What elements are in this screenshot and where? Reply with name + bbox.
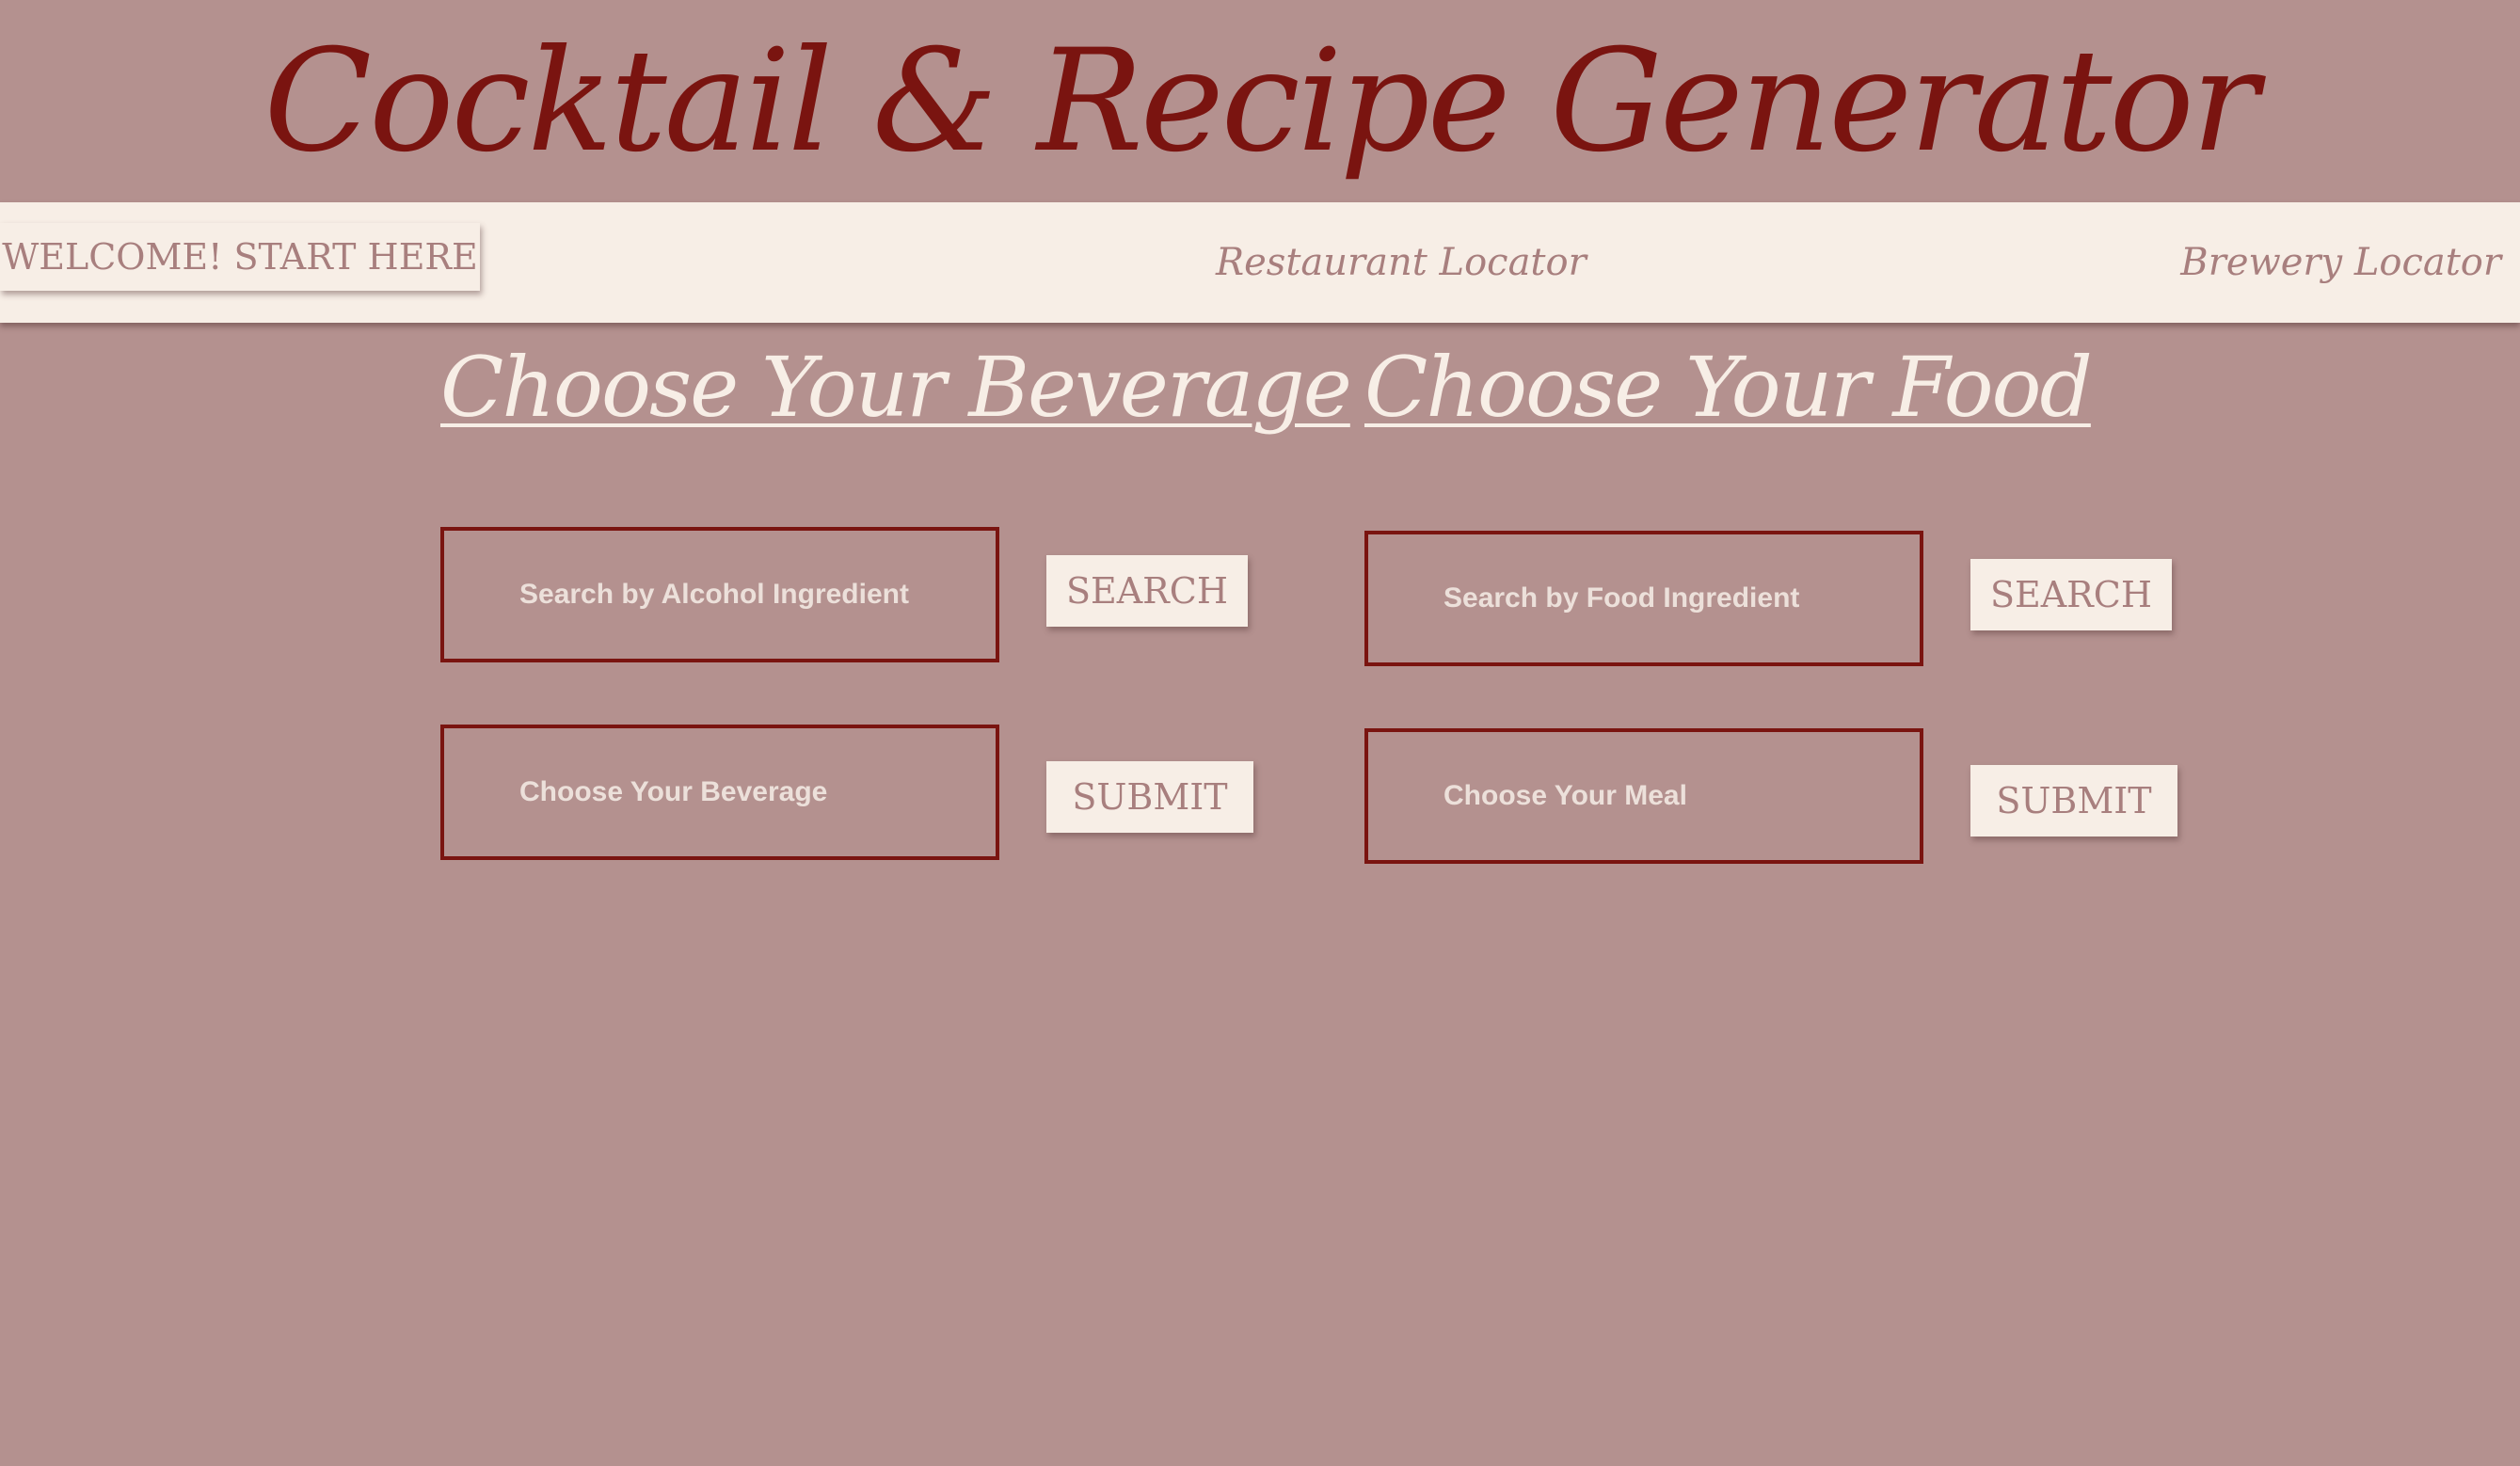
- page-title: Cocktail & Recipe Generator: [263, 19, 2258, 183]
- navbar: WELCOME! START HERE Restaurant Locator B…: [0, 202, 2520, 323]
- food-heading: Choose Your Food: [1364, 339, 2093, 436]
- food-search-button[interactable]: SEARCH: [1970, 559, 2172, 630]
- brewery-locator-link[interactable]: Brewery Locator: [2180, 202, 2501, 323]
- choose-beverage-input[interactable]: [440, 725, 999, 860]
- choose-meal-input[interactable]: [1364, 728, 1923, 864]
- food-ingredient-search-input[interactable]: [1364, 531, 1923, 666]
- food-submit-button[interactable]: SUBMIT: [1970, 765, 2177, 837]
- alcohol-ingredient-search-input[interactable]: [440, 527, 999, 662]
- beverage-submit-button[interactable]: SUBMIT: [1046, 761, 1253, 833]
- beverage-search-button[interactable]: SEARCH: [1046, 555, 1248, 627]
- welcome-start-button[interactable]: WELCOME! START HERE: [0, 223, 480, 291]
- restaurant-locator-link[interactable]: Restaurant Locator: [1216, 202, 1587, 323]
- beverage-heading: Choose Your Beverage: [440, 339, 1352, 436]
